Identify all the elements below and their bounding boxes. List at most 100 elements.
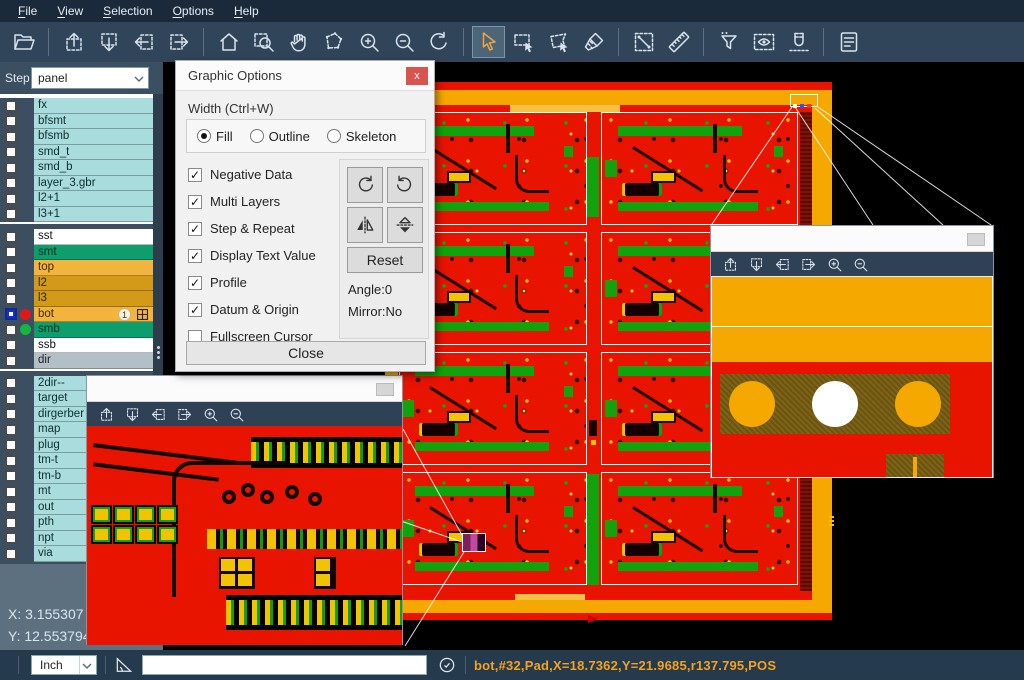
layer-visibility-checkbox[interactable] [5, 115, 17, 127]
menu-view[interactable]: View [47, 2, 93, 20]
layer-visibility-checkbox[interactable] [5, 293, 17, 305]
layer-row-smt[interactable]: smt [0, 245, 163, 261]
layer-visibility-checkbox[interactable] [5, 308, 17, 320]
layer-visibility-checkbox[interactable] [5, 277, 17, 289]
layer-row-ssb[interactable]: ssb [0, 338, 163, 354]
layer-visibility-checkbox[interactable] [5, 193, 17, 205]
tool-zoom-in[interactable] [352, 26, 385, 58]
tool-pan-hand[interactable] [282, 26, 315, 58]
layer-visibility-checkbox[interactable] [5, 408, 17, 420]
magnifier-tool-zoom-out[interactable] [848, 253, 872, 275]
layer-row-layer_3.gbr[interactable]: layer_3.gbr [0, 176, 163, 192]
layer-visibility-checkbox[interactable] [5, 131, 17, 143]
zoom-region-indicator-top[interactable] [790, 94, 818, 107]
layer-row-fx[interactable]: fx [0, 98, 163, 114]
layer-name[interactable]: smd_t [34, 145, 153, 161]
window-title-bar[interactable] [711, 226, 993, 252]
layer-name[interactable]: smd_b [34, 160, 153, 176]
layer-visibility-checkbox[interactable] [5, 424, 17, 436]
window-menu-button[interactable] [967, 233, 985, 246]
layer-visibility-checkbox[interactable] [5, 517, 17, 529]
layer-visibility-checkbox[interactable] [5, 355, 17, 367]
magnifier-tool-pan-down[interactable] [744, 253, 768, 275]
dialog-close-icon[interactable]: x [406, 67, 428, 85]
magnified-view[interactable] [87, 426, 402, 645]
magnifier-tool-zoom-in[interactable] [198, 403, 222, 425]
layer-name[interactable]: l3+1 [34, 207, 153, 223]
reset-button[interactable]: Reset [347, 247, 423, 273]
layer-visibility-checkbox[interactable] [5, 377, 17, 389]
magnifier-tool-zoom-out[interactable] [224, 403, 248, 425]
tool-zoom-out[interactable] [387, 26, 420, 58]
layer-visibility-checkbox[interactable] [5, 393, 17, 405]
magnifier-tool-pan-left[interactable] [146, 403, 170, 425]
layer-name[interactable]: bfsmt [34, 114, 153, 130]
layer-name[interactable]: l3 [34, 291, 153, 307]
checkbox-multi-layers[interactable]: Multi Layers [188, 188, 338, 215]
layer-row-l3+1[interactable]: l3+1 [0, 207, 163, 223]
layer-row-dir[interactable]: dir [0, 353, 163, 369]
tool-ruler[interactable] [662, 26, 695, 58]
step-dropdown[interactable]: panel [31, 67, 149, 89]
layer-visibility-checkbox[interactable] [5, 548, 17, 560]
magnifier-tool-pan-left[interactable] [770, 253, 794, 275]
layer-visibility-checkbox[interactable] [5, 339, 17, 351]
layer-visibility-checkbox[interactable] [5, 177, 17, 189]
layer-name[interactable]: smb [34, 322, 153, 338]
layer-visibility-checkbox[interactable] [5, 262, 17, 274]
tool-pan-left[interactable] [127, 26, 160, 58]
checkbox-step-repeat[interactable]: Step & Repeat [188, 215, 338, 242]
tool-open-folder[interactable] [7, 26, 40, 58]
tool-snap-magnet[interactable] [782, 26, 815, 58]
layer-row-l3[interactable]: l3 [0, 291, 163, 307]
layer-name[interactable]: layer_3.gbr [34, 176, 153, 192]
layer-name[interactable]: l2+1 [34, 191, 153, 207]
window-title-bar[interactable] [87, 376, 402, 402]
mirror-vertical-button[interactable] [387, 207, 423, 243]
tool-zoom-previous[interactable] [422, 26, 455, 58]
layer-row-bot[interactable]: bot1 [0, 307, 163, 323]
dialog-title-bar[interactable]: Graphic Options x [176, 61, 434, 91]
layer-visibility-checkbox[interactable] [5, 246, 17, 258]
layer-row-l2+1[interactable]: l2+1 [0, 191, 163, 207]
magnifier-tool-zoom-in[interactable] [822, 253, 846, 275]
layer-name[interactable]: ssb [34, 338, 153, 354]
magnifier-tool-pan-right[interactable] [172, 403, 196, 425]
tool-home[interactable] [212, 26, 245, 58]
layer-name[interactable]: bfsmb [34, 129, 153, 145]
layer-visibility-checkbox[interactable] [5, 162, 17, 174]
layer-name[interactable]: bot1 [34, 307, 153, 323]
tool-pan-up[interactable] [57, 26, 90, 58]
layer-visibility-checkbox[interactable] [5, 324, 17, 336]
layer-row-bfsmt[interactable]: bfsmt [0, 114, 163, 130]
layer-visibility-checkbox[interactable] [5, 146, 17, 158]
tool-view-eye[interactable] [747, 26, 780, 58]
menu-file[interactable]: File [8, 2, 47, 20]
layer-visibility-checkbox[interactable] [5, 208, 17, 220]
tool-report-doc[interactable] [832, 26, 865, 58]
layer-visibility-checkbox[interactable] [5, 455, 17, 467]
layer-row-smd_t[interactable]: smd_t [0, 145, 163, 161]
zoom-region-indicator-bottom[interactable] [462, 533, 486, 552]
magnified-view[interactable] [711, 276, 993, 478]
tool-zoom-window[interactable] [247, 26, 280, 58]
magnifier-tool-pan-up[interactable] [94, 403, 118, 425]
layer-name[interactable]: fx [34, 98, 153, 114]
magnifier-tool-pan-right[interactable] [796, 253, 820, 275]
tool-select-cursor[interactable] [472, 26, 505, 58]
magnifier-tool-pan-up[interactable] [718, 253, 742, 275]
menu-help[interactable]: Help [224, 2, 269, 20]
layer-visibility-checkbox[interactable] [5, 470, 17, 482]
checkbox-profile[interactable]: Profile [188, 269, 338, 296]
checkbox-display-text-value[interactable]: Display Text Value [188, 242, 338, 269]
tool-rect-select[interactable] [507, 26, 540, 58]
tool-pan-right[interactable] [162, 26, 195, 58]
tool-zoom-polygon[interactable] [317, 26, 350, 58]
layer-row-l2[interactable]: l2 [0, 276, 163, 292]
window-menu-button[interactable] [376, 383, 394, 396]
tool-filter[interactable] [712, 26, 745, 58]
layer-row-smb[interactable]: smb [0, 322, 163, 338]
radio-outline[interactable]: Outline [250, 129, 310, 144]
layer-visibility-checkbox[interactable] [5, 486, 17, 498]
tool-measure-line[interactable] [627, 26, 660, 58]
